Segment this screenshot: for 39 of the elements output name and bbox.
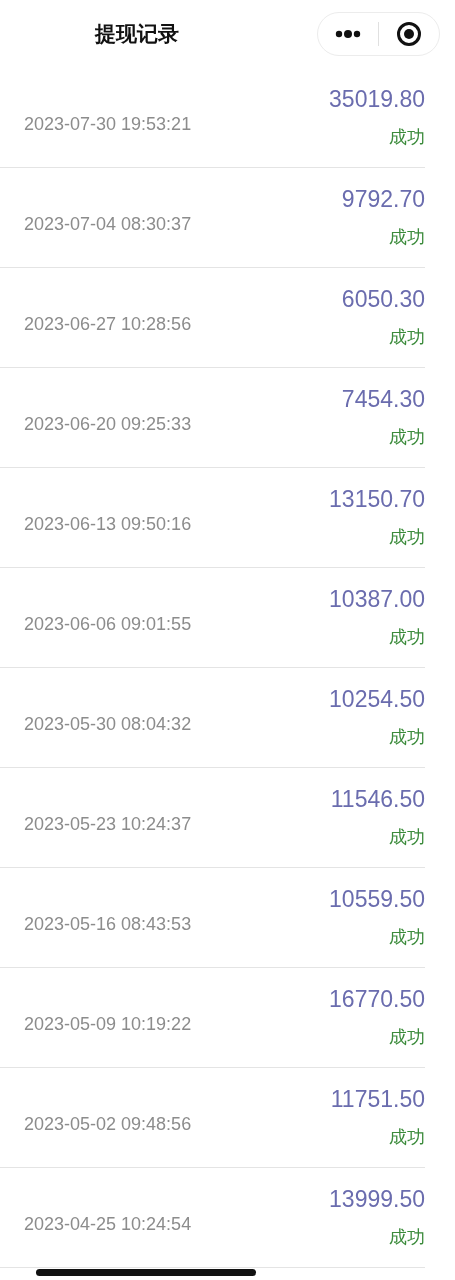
record-status: 成功 [389,725,425,749]
record-amount: 10254.50 [329,686,425,713]
record-amount: 10559.50 [329,886,425,913]
record-amount: 7454.30 [341,386,425,413]
record-time: 2023-07-30 19:53:21 [24,113,192,135]
record-status: 成功 [389,125,425,149]
record-status: 成功 [389,425,425,449]
record-amount: 13999.50 [329,1186,425,1213]
record-time: 2023-06-20 09:25:33 [24,413,192,435]
record-time: 2023-07-04 08:30:37 [24,213,192,235]
record-time: 2023-05-23 10:24:37 [24,813,192,835]
record-time: 2023-05-30 08:04:32 [24,713,192,735]
record-status: 成功 [389,1025,425,1049]
record-amount: 13150.70 [329,486,425,513]
more-icon [335,30,361,38]
record-time: 2023-06-13 09:50:16 [24,513,192,535]
record-amount: 10387.00 [329,586,425,613]
record-amount: 11546.50 [330,786,425,813]
record-time: 2023-05-02 09:48:56 [24,1113,192,1135]
record-amount: 35019.80 [329,86,425,113]
record-time: 2023-04-25 10:24:54 [24,1213,192,1235]
record-amount: 11751.50 [330,1086,425,1113]
record-amount: 6050.30 [341,286,425,313]
target-icon [396,21,422,47]
record-status: 成功 [389,225,425,249]
record-status: 成功 [389,1125,425,1149]
record-amount: 9792.70 [341,186,425,213]
record-status: 成功 [389,525,425,549]
page-title: 提现记录 [95,21,179,48]
record-status: 成功 [389,625,425,649]
record-status: 成功 [389,1225,425,1249]
record-time: 2023-06-27 10:28:56 [24,313,192,335]
record-status: 成功 [389,825,425,849]
record-time: 2023-05-09 10:19:22 [24,1013,192,1035]
record-status: 成功 [389,925,425,949]
record-amount: 16770.50 [329,986,425,1013]
record-status: 成功 [389,325,425,349]
record-time: 2023-06-06 09:01:55 [24,613,192,635]
record-time: 2023-05-16 08:43:53 [24,913,192,935]
